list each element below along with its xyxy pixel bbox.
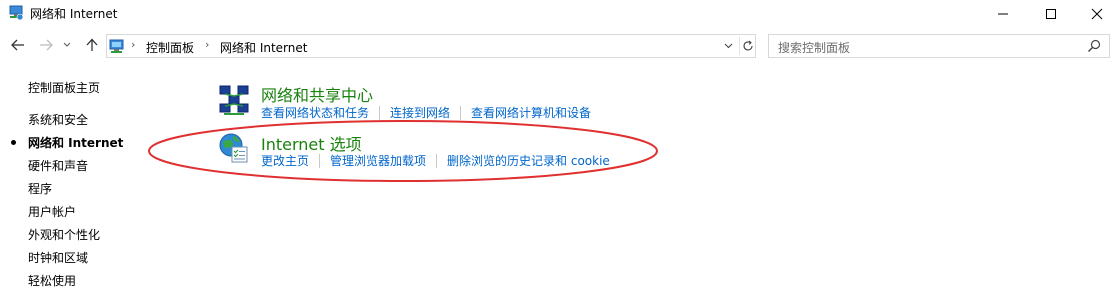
back-button[interactable]: [8, 34, 28, 56]
breadcrumb-separator-icon: ›: [131, 38, 136, 51]
task-row-network-sharing: 查看网络状态和任务 连接到网络 查看网络计算机和设备: [261, 104, 591, 121]
sidebar-item-appearance[interactable]: 外观和个性化: [28, 226, 100, 243]
task-link-view-network-computers[interactable]: 查看网络计算机和设备: [471, 104, 591, 121]
forward-arrow-icon: [40, 39, 53, 51]
breadcrumb-separator-icon: ›: [205, 38, 210, 51]
task-link-manage-addons[interactable]: 管理浏览器加载项: [330, 152, 426, 169]
task-separator: [379, 105, 381, 120]
refresh-icon: [742, 40, 753, 51]
chevron-down-icon: [724, 43, 732, 49]
control-panel-icon: [109, 38, 125, 54]
title-bar: 网络和 Internet: [0, 0, 1120, 28]
sidebar-item-control-panel-home[interactable]: 控制面板主页: [28, 79, 100, 96]
forward-button[interactable]: [36, 34, 56, 56]
task-separator: [460, 105, 462, 120]
close-button[interactable]: [1074, 0, 1120, 28]
address-bar[interactable]: › 控制面板 › 网络和 Internet: [106, 34, 756, 58]
search-input[interactable]: 搜索控制面板: [768, 34, 1110, 58]
network-internet-icon: [8, 5, 24, 21]
sidebar-item-clock-region[interactable]: 时钟和区域: [28, 249, 88, 266]
search-icon[interactable]: [1087, 39, 1101, 53]
network-sharing-icon[interactable]: [218, 84, 250, 116]
up-arrow-icon: [86, 38, 98, 51]
task-separator: [319, 153, 321, 168]
task-separator: [436, 153, 438, 168]
minimize-button[interactable]: [980, 0, 1026, 28]
up-button[interactable]: [82, 34, 102, 56]
sidebar-item-user-accounts[interactable]: 用户帐户: [28, 203, 76, 220]
back-arrow-icon: [11, 39, 24, 51]
sidebar-item-ease-of-access[interactable]: 轻松使用: [28, 272, 76, 289]
navigation-bar: › 控制面板 › 网络和 Internet 搜索控制面板: [0, 30, 1120, 60]
active-item-bullet: [11, 140, 16, 145]
maximize-button[interactable]: [1028, 0, 1074, 28]
window-title: 网络和 Internet: [30, 7, 118, 21]
search-placeholder: 搜索控制面板: [778, 41, 851, 55]
task-link-connect-network[interactable]: 连接到网络: [390, 104, 450, 121]
address-dropdown-button[interactable]: [720, 38, 736, 54]
task-link-view-network-status[interactable]: 查看网络状态和任务: [261, 104, 369, 121]
sidebar-item-system-security[interactable]: 系统和安全: [28, 111, 88, 128]
recent-locations-button[interactable]: [60, 34, 74, 56]
internet-options-icon[interactable]: [218, 132, 250, 164]
breadcrumb-control-panel[interactable]: 控制面板: [146, 39, 194, 56]
task-link-delete-history[interactable]: 删除浏览的历史记录和 cookie: [447, 152, 610, 169]
task-row-internet-options: 更改主页 管理浏览器加载项 删除浏览的历史记录和 cookie: [261, 152, 610, 169]
chevron-down-icon: [63, 42, 71, 47]
refresh-button[interactable]: [739, 37, 755, 55]
sidebar-item-hardware-sound[interactable]: 硬件和声音: [28, 157, 88, 174]
category-title-network-sharing[interactable]: 网络和共享中心: [261, 82, 373, 106]
breadcrumb-network-internet[interactable]: 网络和 Internet: [220, 39, 307, 56]
sidebar-item-programs[interactable]: 程序: [28, 180, 52, 197]
sidebar-item-network-internet[interactable]: 网络和 Internet: [28, 134, 123, 151]
task-link-change-homepage[interactable]: 更改主页: [261, 152, 309, 169]
